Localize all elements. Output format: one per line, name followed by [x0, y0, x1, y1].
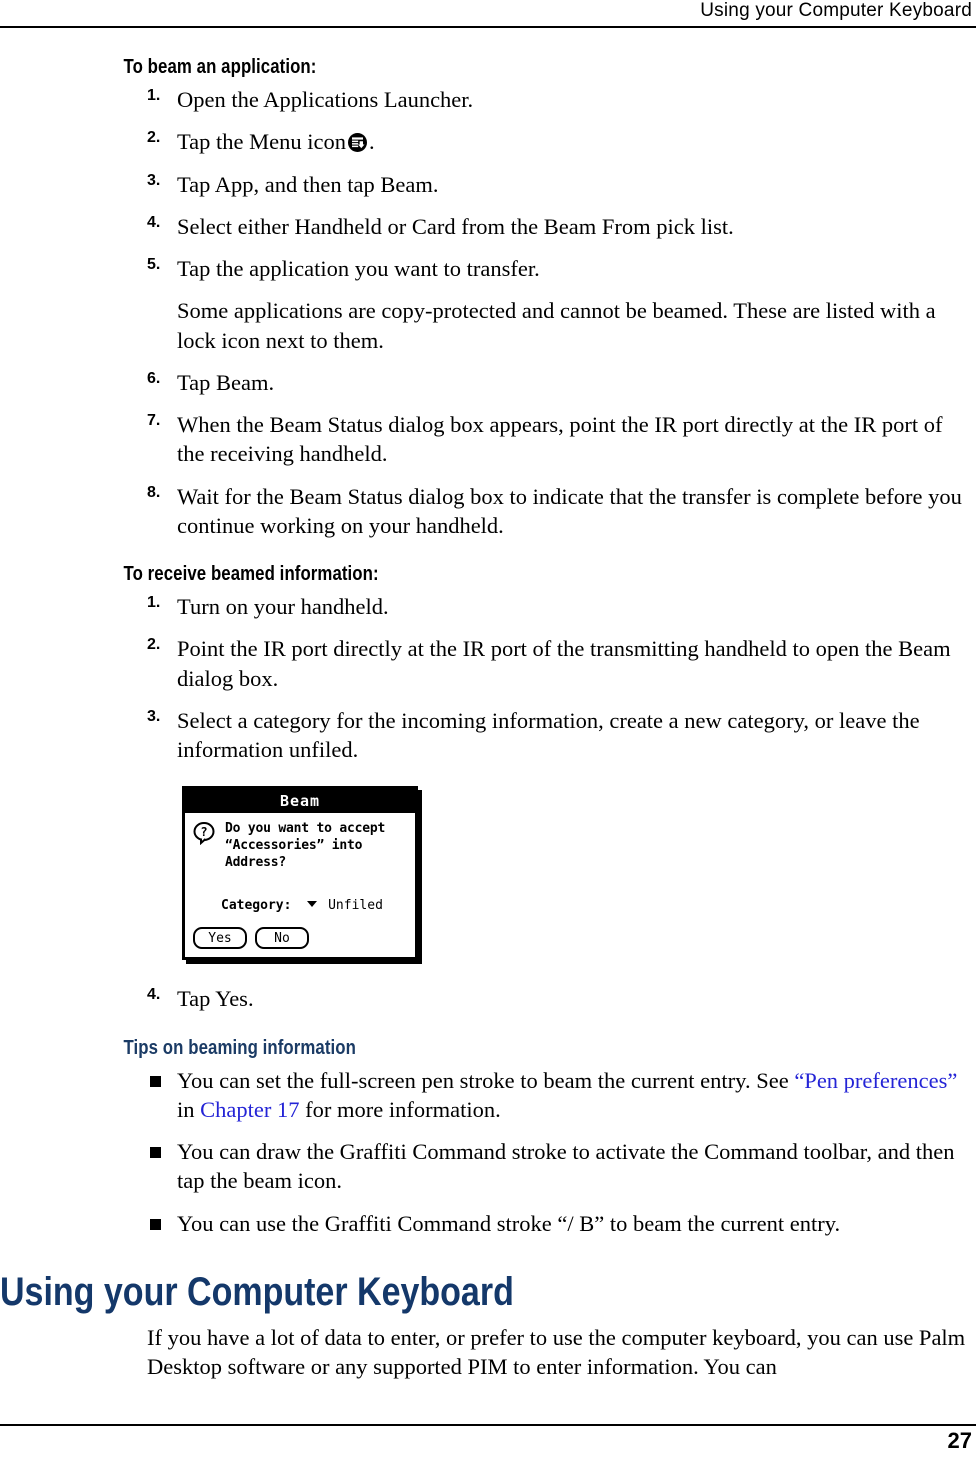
- step-number: 6.: [147, 369, 161, 387]
- heading-to-beam-an-application: To beam an application:: [123, 56, 317, 78]
- dialog-title: Beam: [185, 789, 415, 814]
- bullet-icon: [150, 1147, 161, 1158]
- step-number: 7.: [147, 412, 161, 429]
- tip-text: You can use the Graffiti Command stroke …: [177, 1210, 841, 1236]
- list-item-tip: You can draw the Graffiti Command stroke…: [0, 1137, 976, 1196]
- step-number: 1.: [147, 594, 161, 611]
- tip-text-part: for more information.: [299, 1096, 501, 1122]
- tip-text: You can set the full-screen pen stroke t…: [177, 1068, 957, 1122]
- step-note-copy-protected: Some applications are copy-protected and…: [177, 298, 936, 353]
- list-item-step: 6. Tap Beam.: [0, 368, 976, 397]
- yes-button[interactable]: Yes: [193, 927, 247, 950]
- figure-beam-dialog: Beam ? Do you want to accept “Accessorie…: [0, 786, 976, 968]
- list-item-step: 8. Wait for the Beam Status dialog box t…: [0, 482, 976, 541]
- step-number: 2.: [147, 129, 161, 147]
- list-item-step: 2. Tap the Menu icon.: [0, 127, 976, 156]
- running-header-title: Using your Computer Keyboard: [700, 0, 972, 21]
- bullet-icon: [150, 1218, 161, 1230]
- tip-text-part: You can set the full-screen pen stroke t…: [177, 1067, 795, 1093]
- step-text: Point the IR port directly at the IR por…: [177, 636, 951, 691]
- no-button[interactable]: No: [255, 927, 309, 950]
- heading-to-receive-beamed-information: To receive beamed information:: [123, 563, 379, 585]
- step-text: Turn on your handheld.: [177, 594, 389, 619]
- tip-text: You can draw the Graffiti Command stroke…: [177, 1139, 955, 1194]
- step-number: 4.: [147, 213, 161, 231]
- page-header: Using your Computer Keyboard: [0, 0, 976, 28]
- link-pen-preferences[interactable]: “Pen preferences”: [794, 1068, 957, 1093]
- list-item-step: 2. Point the IR port directly at the IR …: [0, 634, 976, 693]
- step-number: 5.: [147, 256, 161, 273]
- list-item-step: 5. Tap the application you want to trans…: [0, 254, 976, 283]
- palm-beam-dialog: Beam ? Do you want to accept “Accessorie…: [182, 786, 418, 961]
- list-item-tip: You can use the Graffiti Command stroke …: [0, 1209, 976, 1238]
- step-text: Tap the Menu icon.: [177, 127, 966, 156]
- step-number: 3.: [147, 171, 161, 189]
- footer-rule: [0, 1424, 976, 1426]
- step-number: 3.: [147, 707, 161, 725]
- step-number: 1.: [147, 87, 161, 104]
- category-picker[interactable]: Category: Unfiled: [221, 898, 383, 913]
- step-number: 2.: [147, 636, 161, 654]
- tip-text-part: in: [177, 1096, 201, 1122]
- menu-icon: [348, 130, 368, 153]
- dialog-message-line: Do you want to accept: [225, 821, 386, 837]
- page-number: 27: [947, 1428, 972, 1453]
- step-text: Select a category for the incoming infor…: [177, 707, 920, 762]
- step-text: Select either Handheld or Card from the …: [177, 213, 734, 239]
- dialog-message-line: “Accessories” into: [225, 837, 363, 853]
- chevron-down-icon: [307, 901, 318, 908]
- page-footer: 27: [0, 1418, 976, 1466]
- link-chapter-17[interactable]: Chapter 17: [200, 1097, 299, 1122]
- step-text: Tap the application you want to transfer…: [177, 256, 540, 281]
- section-heading-using-your-computer-keyboard: Using your Computer Keyboard: [0, 1269, 514, 1314]
- header-rule: [0, 26, 976, 28]
- list-item-tip: You can set the full-screen pen stroke t…: [0, 1066, 976, 1125]
- step-text-before-icon: Tap the Menu icon: [177, 129, 347, 155]
- step-text: Tap Beam.: [177, 369, 275, 395]
- step-text: Tap Yes.: [177, 986, 254, 1012]
- paragraph-keyboard-intro: If you have a lot of data to enter, or p…: [147, 1324, 966, 1379]
- step-text-after-icon: .: [369, 129, 375, 155]
- list-item-step: 1. Open the Applications Launcher.: [0, 85, 976, 114]
- list-item-step: 3. Select a category for the incoming in…: [0, 706, 976, 765]
- step-text: Wait for the Beam Status dialog box to i…: [177, 483, 962, 538]
- list-item-step: 3. Tap App, and then tap Beam.: [0, 170, 976, 199]
- list-item-step: 1. Turn on your handheld.: [0, 592, 976, 621]
- dialog-message: Do you want to accept “Accessories” into…: [225, 821, 407, 871]
- question-bubble-icon: ?: [192, 821, 216, 846]
- step-text: Tap App, and then tap Beam.: [177, 171, 439, 197]
- step-text: When the Beam Status dialog box appears,…: [177, 412, 943, 467]
- svg-text:?: ?: [200, 825, 207, 839]
- dialog-message-line: Address?: [225, 854, 287, 870]
- list-item-step: 4. Select either Handheld or Card from t…: [0, 212, 976, 241]
- step-number: 8.: [147, 483, 161, 501]
- dialog-body: ? Do you want to accept “Accessories” in…: [185, 813, 415, 955]
- list-item-step: 4. Tap Yes.: [0, 984, 976, 1013]
- step-number: 4.: [147, 986, 161, 1004]
- list-item-step: 7. When the Beam Status dialog box appea…: [0, 410, 976, 469]
- category-value: Unfiled: [328, 898, 383, 914]
- page-content: To beam an application: 1. Open the Appl…: [0, 56, 976, 1381]
- category-label: Category:: [221, 898, 292, 914]
- bullet-icon: [150, 1075, 161, 1087]
- step-text: Open the Applications Launcher.: [177, 87, 474, 112]
- heading-tips-on-beaming-information: Tips on beaming information: [123, 1036, 356, 1059]
- dialog-button-row: Yes No: [193, 927, 309, 950]
